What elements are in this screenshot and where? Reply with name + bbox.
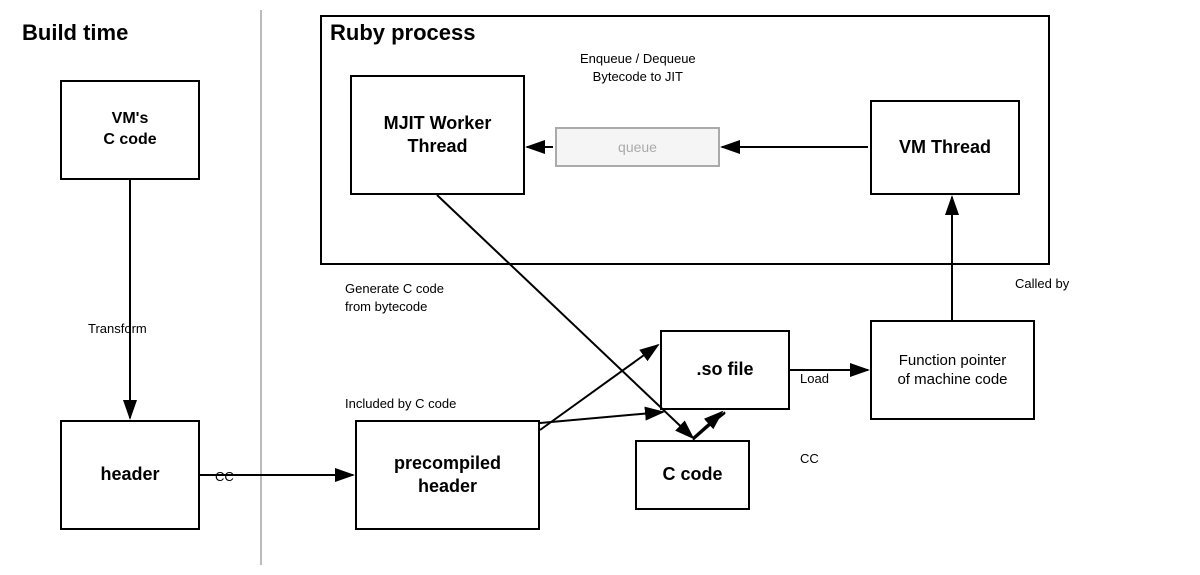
included-by-label: Included by C code [345,395,456,413]
generate-c-code-label: Generate C codefrom bytecode [345,280,444,316]
build-time-label: Build time [22,20,128,46]
so-file-label: .so file [696,358,753,381]
transform-label: Transform [88,320,147,338]
vm-thread-label: VM Thread [899,136,991,159]
vms-c-code-label: VM'sC code [103,109,156,151]
vm-thread-box: VM Thread [870,100,1020,195]
mjit-worker-thread-box: MJIT WorkerThread [350,75,525,195]
cc-label: CC [215,468,234,486]
function-pointer-label: Function pointerof machine code [897,351,1007,390]
precompiled-header-box: precompiledheader [355,420,540,530]
enqueue-label: Enqueue / DequeueBytecode to JIT [580,50,696,86]
function-pointer-box: Function pointerof machine code [870,320,1035,420]
queue-box: queue [555,127,720,167]
divider-line [260,10,262,565]
c-code-label: C code [662,463,722,486]
load-label: Load [800,370,829,388]
header-label: header [100,463,159,486]
cc-label2: CC [800,450,819,468]
precompiled-header-label: precompiledheader [394,452,501,499]
header-box: header [60,420,200,530]
mjit-worker-thread-label: MJIT WorkerThread [384,112,492,159]
called-by-label: Called by [1015,275,1069,293]
queue-label: queue [618,139,657,155]
so-file-box: .so file [660,330,790,410]
c-code-box: C code [635,440,750,510]
diagram-container: Build time Ruby process VM'sC code heade… [0,0,1200,575]
vms-c-code-box: VM'sC code [60,80,200,180]
